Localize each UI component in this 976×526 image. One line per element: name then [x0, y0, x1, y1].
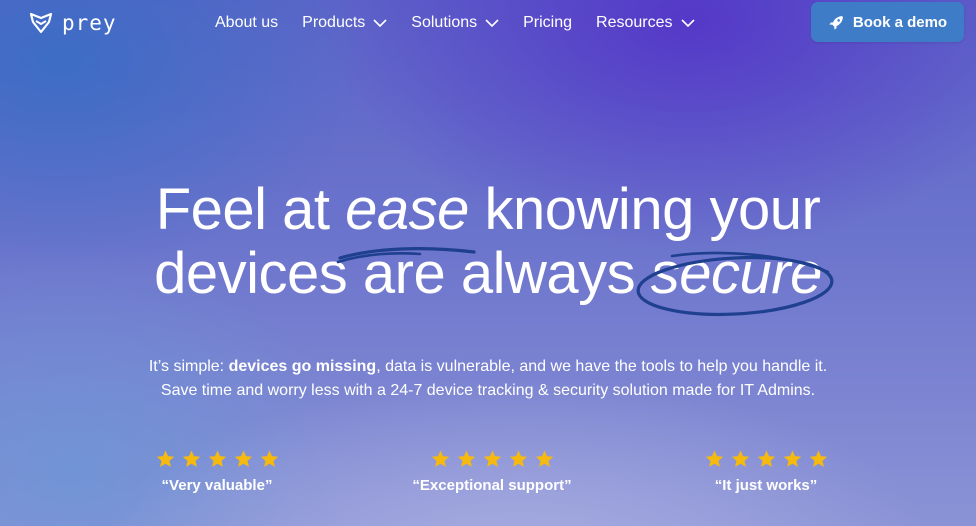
- nav-item-label: About us: [215, 14, 279, 31]
- star-icon: [757, 450, 775, 467]
- subtitle-text: , data is vulnerable, and we have the to…: [376, 358, 828, 375]
- main-menu: About us Products Solutions Pricing Reso…: [215, 12, 719, 34]
- star-icon: [705, 450, 723, 467]
- subtitle-line-2: Save time and worry less with a 24-7 dev…: [160, 382, 816, 399]
- review-card: “Exceptional support”: [372, 449, 612, 494]
- nav-item-label: Solutions: [411, 14, 478, 31]
- headline-text: Feel at: [155, 177, 346, 242]
- star-icon: [156, 450, 174, 467]
- nav-item-label: Resources: [596, 14, 673, 31]
- star-rating: [372, 449, 612, 471]
- logo-text: prey: [62, 10, 117, 35]
- star-icon: [431, 450, 449, 467]
- review-quote: “Exceptional support”: [412, 477, 572, 494]
- review-quote: “It just works”: [714, 477, 818, 494]
- nav-item-label: Products: [302, 14, 366, 31]
- star-icon: [457, 450, 475, 467]
- star-icon: [731, 450, 749, 467]
- review-card: “It just works”: [646, 449, 886, 494]
- rocket-icon: [829, 15, 843, 30]
- star-rating: [97, 449, 337, 471]
- book-a-demo-label: Book a demo: [852, 13, 948, 31]
- review-card: “Very valuable”: [97, 449, 337, 494]
- headline-emphasis-secure: secure: [650, 241, 823, 306]
- book-a-demo-button[interactable]: Book a demo: [811, 2, 964, 42]
- prey-logo-icon: [29, 12, 53, 34]
- nav-item-about-us[interactable]: About us: [215, 12, 278, 34]
- chevron-down-icon: [485, 19, 499, 28]
- star-icon: [260, 450, 278, 467]
- star-rating: [646, 449, 886, 471]
- subtitle-line-1: It’s simple: devices go missing, data is…: [0, 355, 976, 379]
- review-quote: “Very valuable”: [161, 477, 273, 494]
- hero-subtitle: It’s simple: devices go missing, data is…: [0, 355, 976, 403]
- headline-line-1: Feel at ease knowing your: [0, 178, 976, 242]
- star-icon: [809, 450, 827, 467]
- star-icon: [783, 450, 801, 467]
- headline-text: devices are always: [154, 241, 651, 306]
- reviews-row: “Very valuable” “Exceptional support” “I…: [0, 449, 976, 509]
- headline-emphasis-ease: ease: [345, 177, 469, 242]
- star-icon: [483, 450, 501, 467]
- nav-item-products[interactable]: Products: [302, 12, 387, 34]
- star-icon: [509, 450, 527, 467]
- headline-text: knowing your: [468, 177, 821, 242]
- nav-item-resources[interactable]: Resources: [596, 12, 695, 34]
- headline-line-2: devices are always secure: [0, 242, 976, 306]
- star-icon: [535, 450, 553, 467]
- nav-item-label: Pricing: [523, 14, 573, 31]
- nav-item-pricing[interactable]: Pricing: [523, 12, 572, 34]
- top-navigation: prey About us Products Solutions Pricing…: [0, 0, 976, 44]
- hero-section: Feel at ease knowing your devices are al…: [0, 178, 976, 306]
- star-icon: [182, 450, 200, 467]
- subtitle-bold: devices go missing: [228, 358, 377, 375]
- star-icon: [208, 450, 226, 467]
- chevron-down-icon: [373, 19, 387, 28]
- nav-item-solutions[interactable]: Solutions: [411, 12, 499, 34]
- subtitle-text: It’s simple:: [148, 358, 229, 375]
- chevron-down-icon: [680, 19, 695, 28]
- prey-logo[interactable]: prey: [28, 9, 117, 37]
- star-icon: [234, 450, 252, 467]
- hero-headline: Feel at ease knowing your devices are al…: [0, 178, 976, 306]
